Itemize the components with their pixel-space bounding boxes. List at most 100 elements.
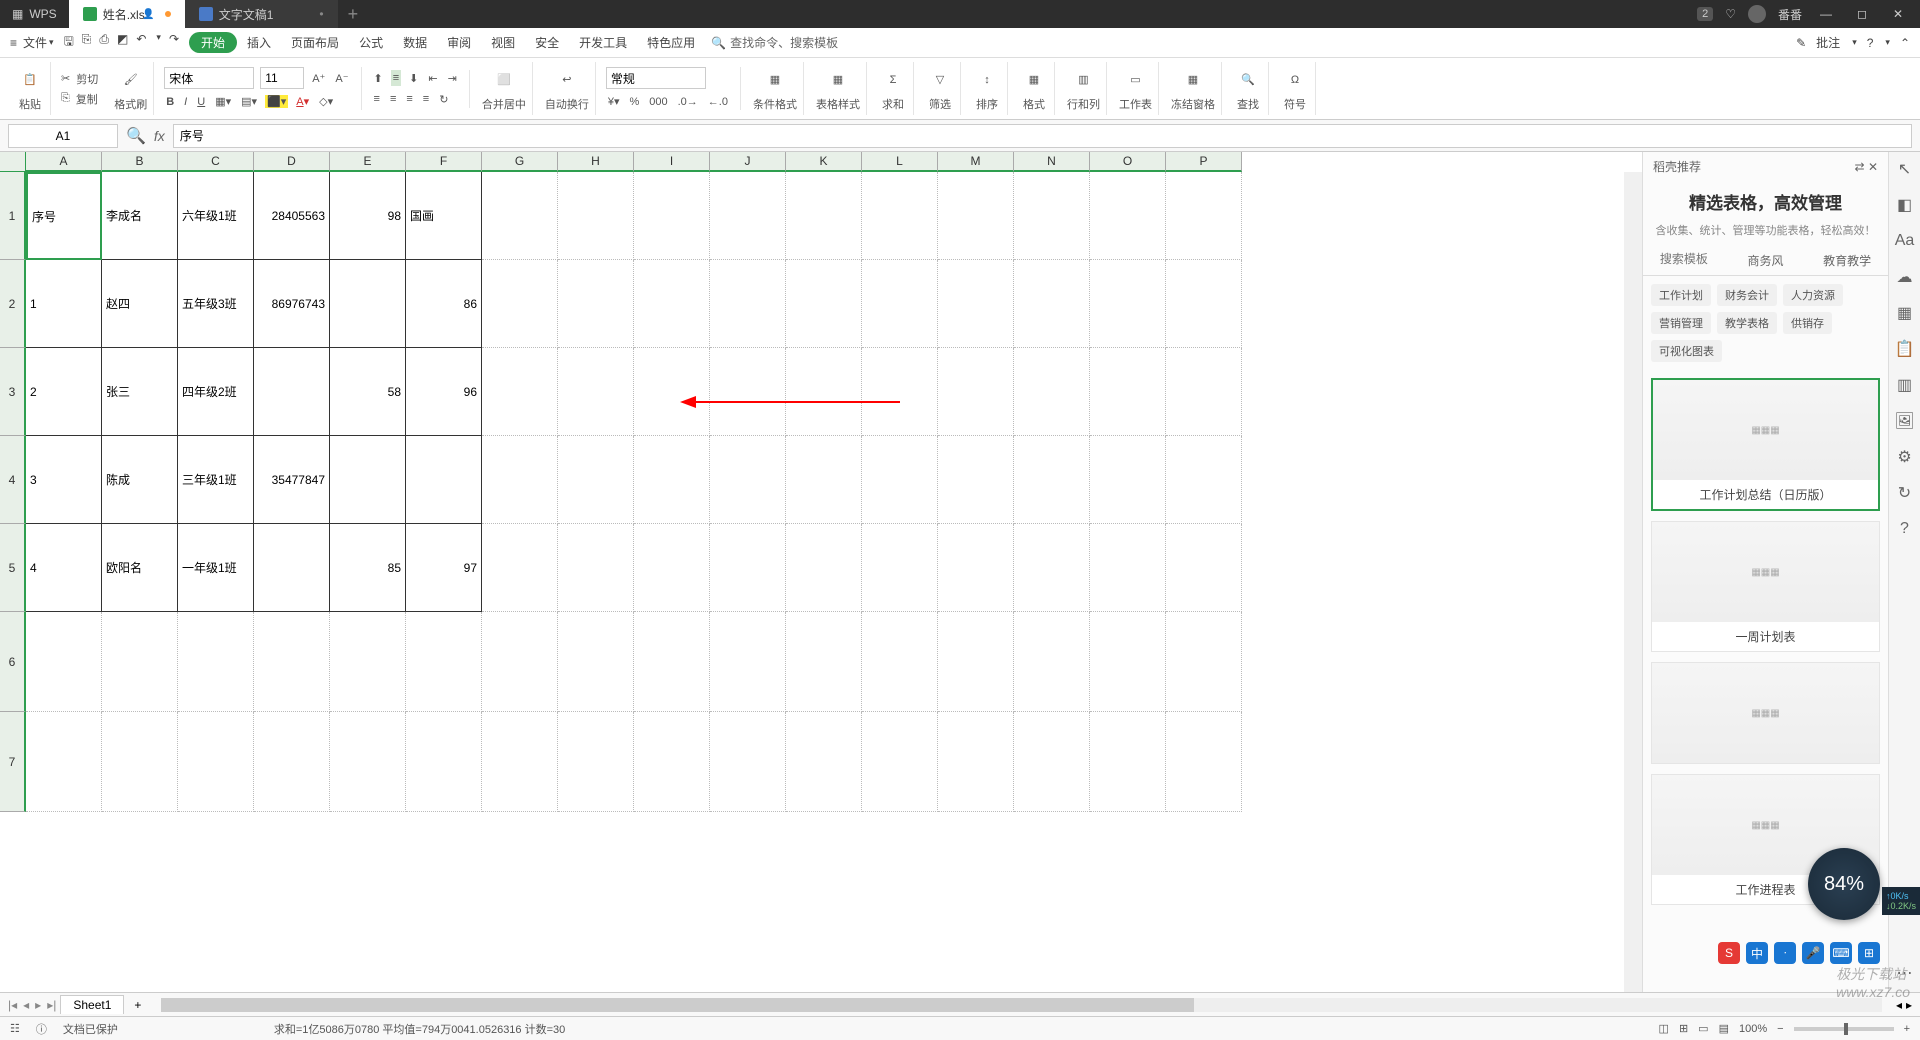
view-mode2-icon[interactable]: ⊞ [1679,1022,1688,1035]
auto-wrap-button[interactable]: ↩ 自动换行 [545,66,589,112]
collapse-ribbon-icon[interactable]: ⌃ [1900,36,1910,50]
menu-pagelayout[interactable]: 页面布局 [281,34,349,51]
cell-P1[interactable] [1166,172,1242,260]
template-tag-2[interactable]: 人力资源 [1783,284,1843,306]
command-search[interactable]: 🔍 查找命令、搜索模板 [711,34,838,51]
cell-A5[interactable]: 4 [26,524,102,612]
indent-decrease-button[interactable]: ⇤ [426,70,439,87]
history-icon[interactable]: ↻ [1896,484,1914,502]
number-format-select[interactable] [606,67,706,89]
cell-E7[interactable] [330,712,406,812]
notification-badge[interactable]: 2 [1697,7,1713,21]
template-item-2[interactable]: ▦▦▦ [1651,662,1880,764]
align-center-button[interactable]: ≡ [388,91,398,107]
currency-button[interactable]: ¥▾ [606,93,622,110]
cell-E3[interactable]: 58 [330,348,406,436]
sheet-last-icon[interactable]: ▸| [47,998,56,1012]
cell-H4[interactable] [558,436,634,524]
cell-P7[interactable] [1166,712,1242,812]
comment-icon[interactable]: ✎ [1796,36,1806,50]
template-tag-6[interactable]: 可视化图表 [1651,340,1722,362]
help-side-icon[interactable]: ? [1896,520,1914,538]
cell-F7[interactable] [406,712,482,812]
cell-G7[interactable] [482,712,558,812]
cell-K1[interactable] [786,172,862,260]
cell-N4[interactable] [1014,436,1090,524]
italic-button[interactable]: I [182,94,189,110]
increase-font-icon[interactable]: A⁺ [310,70,327,87]
cell-M4[interactable] [938,436,1014,524]
cell-D4[interactable]: 35477847 [254,436,330,524]
spreadsheet[interactable]: ABCDEFGHIJKLMNOP 1序号李成名六年级1班2840556398国画… [0,152,1642,992]
cell-B4[interactable]: 陈成 [102,436,178,524]
add-tab-button[interactable]: + [338,4,369,25]
cell-I6[interactable] [634,612,710,712]
ime-keyboard-icon[interactable]: ⌨ [1830,942,1852,964]
paste-button[interactable]: 📋 粘贴 [16,66,44,112]
col-header-E[interactable]: E [330,152,406,172]
cell-N5[interactable] [1014,524,1090,612]
sheet-next-icon[interactable]: ▸ [35,998,41,1012]
style-icon[interactable]: Aa [1896,232,1914,250]
zoom-slider[interactable] [1794,1027,1894,1031]
cell-L7[interactable] [862,712,938,812]
tab-docx[interactable]: 文字文稿1 • [185,0,338,28]
cell-B1[interactable]: 李成名 [102,172,178,260]
clipboard-icon[interactable]: 📋 [1896,340,1914,358]
menu-review[interactable]: 审阅 [437,34,481,51]
col-header-K[interactable]: K [786,152,862,172]
col-header-F[interactable]: F [406,152,482,172]
horizontal-scrollbar[interactable] [161,998,1882,1012]
zoom-out-button[interactable]: − [1777,1023,1783,1035]
cell-I1[interactable] [634,172,710,260]
template-search-input[interactable] [1643,252,1725,266]
merge-center-button[interactable]: ⬜ 合并居中 [482,66,526,112]
col-header-J[interactable]: J [710,152,786,172]
cell-C2[interactable]: 五年级3班 [178,260,254,348]
backup-icon[interactable]: ☁ [1896,268,1914,286]
col-header-H[interactable]: H [558,152,634,172]
cell-style-button[interactable]: ▤▾ [239,93,259,110]
cell-M1[interactable] [938,172,1014,260]
select-tool-icon[interactable]: ↖ [1896,160,1914,178]
cell-G1[interactable] [482,172,558,260]
cell-A7[interactable] [26,712,102,812]
row-header-2[interactable]: 2 [0,260,26,348]
cell-M3[interactable] [938,348,1014,436]
cell-L5[interactable] [862,524,938,612]
cell-A1[interactable]: 序号 [26,172,102,260]
view-mode3-icon[interactable]: ▭ [1698,1022,1708,1035]
cell-E2[interactable] [330,260,406,348]
panel-tab-education[interactable]: 教育教学 [1806,246,1888,275]
indent-increase-button[interactable]: ⇥ [446,70,459,87]
cell-B3[interactable]: 张三 [102,348,178,436]
cell-K5[interactable] [786,524,862,612]
cell-D7[interactable] [254,712,330,812]
cell-D6[interactable] [254,612,330,712]
add-sheet-button[interactable]: + [128,998,147,1012]
cell-K2[interactable] [786,260,862,348]
menu-special[interactable]: 特色应用 [637,34,705,51]
cell-F3[interactable]: 96 [406,348,482,436]
gallery-icon[interactable]: ▦ [1896,304,1914,322]
row-header-3[interactable]: 3 [0,348,26,436]
cell-reference-input[interactable] [8,124,118,148]
col-header-N[interactable]: N [1014,152,1090,172]
cell-E4[interactable] [330,436,406,524]
cell-P6[interactable] [1166,612,1242,712]
save-as-icon[interactable]: ⎘ [82,32,92,53]
cell-A4[interactable]: 3 [26,436,102,524]
cell-G4[interactable] [482,436,558,524]
undo-icon[interactable]: ↶ [136,32,146,53]
align-justify-button[interactable]: ≡ [421,91,431,107]
cell-P5[interactable] [1166,524,1242,612]
cell-E5[interactable]: 85 [330,524,406,612]
copy-button[interactable]: ⎘复制 [61,91,98,107]
cell-O5[interactable] [1090,524,1166,612]
cell-A2[interactable]: 1 [26,260,102,348]
ime-punct-icon[interactable]: ᐧ [1774,942,1796,964]
cell-O7[interactable] [1090,712,1166,812]
cell-J5[interactable] [710,524,786,612]
decrease-font-icon[interactable]: A⁻ [333,70,350,87]
symbol-button[interactable]: Ω符号 [1281,66,1309,112]
